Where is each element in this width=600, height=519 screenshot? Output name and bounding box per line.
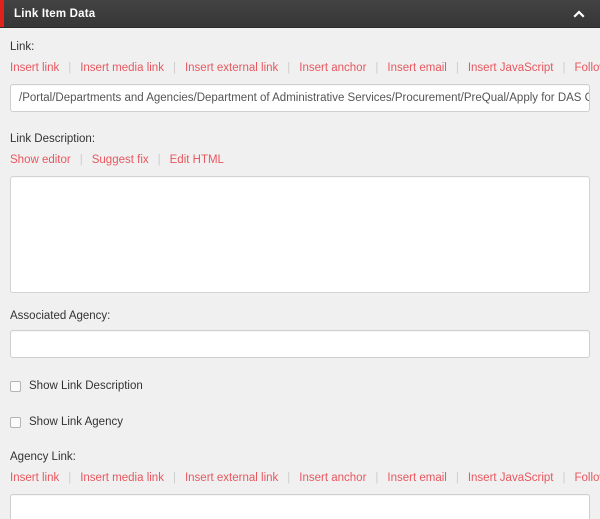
show-link-description-label: Show Link Description (29, 379, 143, 393)
follow-button[interactable]: Follow (575, 61, 600, 75)
associated-agency-label: Associated Agency: (10, 309, 590, 323)
description-toolbar: Show editor | Suggest fix | Edit HTML (10, 153, 590, 167)
checkbox-icon[interactable] (10, 417, 21, 428)
toolbar-separator: | (173, 471, 176, 485)
chevron-up-icon[interactable] (572, 7, 586, 21)
agency-link-label: Agency Link: (10, 450, 590, 464)
agency-insert-email-button[interactable]: Insert email (387, 471, 446, 485)
toolbar-separator: | (80, 153, 83, 167)
agency-insert-external-link-button[interactable]: Insert external link (185, 471, 278, 485)
show-link-description-checkbox-row[interactable]: Show Link Description (10, 378, 590, 394)
agency-insert-anchor-button[interactable]: Insert anchor (299, 471, 366, 485)
toolbar-separator: | (158, 153, 161, 167)
link-toolbar: Insert link | Insert media link | Insert… (10, 61, 590, 75)
toolbar-separator: | (68, 471, 71, 485)
toolbar-separator: | (375, 471, 378, 485)
insert-link-button[interactable]: Insert link (10, 61, 59, 75)
panel-title: Link Item Data (14, 8, 95, 20)
toolbar-separator: | (287, 471, 290, 485)
agency-follow-button[interactable]: Follow (575, 471, 600, 485)
agency-link-input[interactable] (10, 494, 590, 519)
edit-html-button[interactable]: Edit HTML (170, 153, 224, 167)
agency-insert-media-link-button[interactable]: Insert media link (80, 471, 164, 485)
insert-email-button[interactable]: Insert email (387, 61, 446, 75)
insert-media-link-button[interactable]: Insert media link (80, 61, 164, 75)
agency-insert-javascript-button[interactable]: Insert JavaScript (468, 471, 554, 485)
show-link-agency-checkbox-row[interactable]: Show Link Agency (10, 414, 590, 430)
toolbar-separator: | (456, 61, 459, 75)
panel-header[interactable]: Link Item Data (0, 0, 600, 28)
checkbox-icon[interactable] (10, 381, 21, 392)
link-label: Link: (10, 40, 590, 54)
link-description-textarea[interactable] (10, 176, 590, 293)
agency-link-toolbar: Insert link | Insert media link | Insert… (10, 471, 590, 485)
toolbar-separator: | (456, 471, 459, 485)
link-description-label: Link Description: (10, 132, 590, 146)
associated-agency-input[interactable] (10, 330, 590, 358)
toolbar-separator: | (375, 61, 378, 75)
link-url-input[interactable]: /Portal/Departments and Agencies/Departm… (10, 84, 590, 112)
link-item-data-panel: Link Item Data Link: Insert link | Inser… (0, 0, 600, 519)
insert-javascript-button[interactable]: Insert JavaScript (468, 61, 554, 75)
panel-body: Link: Insert link | Insert media link | … (0, 28, 600, 519)
show-editor-button[interactable]: Show editor (10, 153, 71, 167)
toolbar-separator: | (563, 471, 566, 485)
show-link-agency-label: Show Link Agency (29, 415, 123, 429)
toolbar-separator: | (287, 61, 290, 75)
agency-insert-link-button[interactable]: Insert link (10, 471, 59, 485)
insert-external-link-button[interactable]: Insert external link (185, 61, 278, 75)
toolbar-separator: | (173, 61, 176, 75)
insert-anchor-button[interactable]: Insert anchor (299, 61, 366, 75)
toolbar-separator: | (68, 61, 71, 75)
header-accent-bar (0, 0, 4, 27)
toolbar-separator: | (563, 61, 566, 75)
suggest-fix-button[interactable]: Suggest fix (92, 153, 149, 167)
